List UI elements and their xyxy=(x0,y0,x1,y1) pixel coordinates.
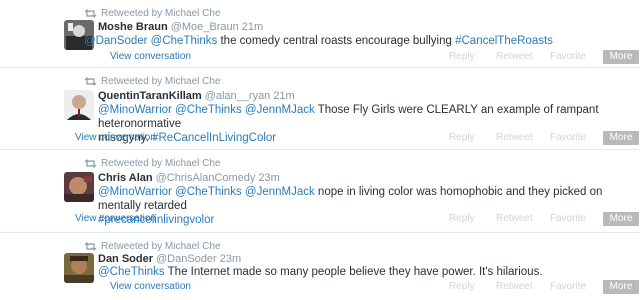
hashtag-link[interactable]: #CancelTheRoasts xyxy=(455,35,553,47)
user-handle[interactable]: @alan__ryan xyxy=(205,90,271,102)
view-conversation-link[interactable]: View conversation xyxy=(75,132,156,143)
tweet-card[interactable]: Retweeted by Michael Che QuentinTaranKil… xyxy=(0,68,640,150)
user-handle[interactable]: @DanSoder xyxy=(156,253,217,265)
retweet-context: Retweeted by Michael Che xyxy=(84,241,221,252)
retweet-icon xyxy=(84,159,97,168)
avatar[interactable] xyxy=(64,172,94,202)
tweet-header: Chris Alan @ChrisAlanComedy 23m xyxy=(98,172,280,184)
view-conversation-link[interactable]: View conversation xyxy=(75,213,156,224)
tweet-text-content: the comedy central roasts encourage bull… xyxy=(217,35,456,47)
retweet-action[interactable]: Retweet xyxy=(496,132,533,143)
user-name[interactable]: Dan Soder xyxy=(98,253,153,265)
tweet-card[interactable]: Retweeted by Michael Che Moshe Braun @Moe… xyxy=(0,0,640,68)
tweet-text: @MinoWarrior @CheThinks @JennMJack nope … xyxy=(98,185,628,227)
user-name[interactable]: Chris Alan xyxy=(98,172,153,184)
tweet-text: @MinoWarrior @CheThinks @JennMJack Those… xyxy=(98,103,618,145)
tweet-card[interactable]: Retweeted by Michael Che Dan Soder @DanSo… xyxy=(0,233,640,300)
retweet-context: Retweeted by Michael Che xyxy=(84,8,221,19)
tweet-card[interactable]: Retweeted by Michael Che Chris Alan @Chri… xyxy=(0,150,640,233)
user-handle[interactable]: @ChrisAlanComedy xyxy=(156,172,256,184)
reply-action[interactable]: Reply xyxy=(449,213,475,224)
more-button[interactable]: More xyxy=(603,50,639,64)
retweet-context: Retweeted by Michael Che xyxy=(84,158,221,169)
mention-links[interactable]: @MinoWarrior @CheThinks @JennMJack xyxy=(98,104,315,116)
user-name[interactable]: Moshe Braun xyxy=(98,21,168,33)
view-conversation-link[interactable]: View conversation xyxy=(110,281,191,292)
retweeted-by-text: Retweeted by Michael Che xyxy=(101,76,221,87)
retweet-action[interactable]: Retweet xyxy=(496,213,533,224)
retweeted-by-text: Retweeted by Michael Che xyxy=(101,8,221,19)
hashtag-link[interactable]: #ReCancelInLivingColor xyxy=(152,132,276,144)
mention-links[interactable]: @DanSoder @CheThinks xyxy=(84,35,217,47)
tweet-header: Moshe Braun @Moe_Braun 21m xyxy=(98,21,263,33)
tweet-text: @CheThinks The Internet made so many peo… xyxy=(98,265,628,279)
favorite-action[interactable]: Favorite xyxy=(550,281,586,292)
timestamp[interactable]: 23m xyxy=(258,172,279,184)
mention-links[interactable]: @MinoWarrior @CheThinks @JennMJack xyxy=(98,186,315,198)
more-button[interactable]: More xyxy=(603,280,639,294)
tweet-text-content: The Internet made so many people believe… xyxy=(164,266,543,278)
timestamp[interactable]: 23m xyxy=(220,253,241,265)
tweet-header: Dan Soder @DanSoder 23m xyxy=(98,253,241,265)
tweet-text: @DanSoder @CheThinks the comedy central … xyxy=(84,34,624,48)
retweet-icon xyxy=(84,9,97,18)
reply-action[interactable]: Reply xyxy=(449,51,475,62)
retweet-action[interactable]: Retweet xyxy=(496,281,533,292)
reply-action[interactable]: Reply xyxy=(449,132,475,143)
retweet-icon xyxy=(84,77,97,86)
avatar[interactable] xyxy=(64,90,94,120)
retweeted-by-text: Retweeted by Michael Che xyxy=(101,241,221,252)
timestamp[interactable]: 21m xyxy=(242,21,263,33)
mention-links[interactable]: @CheThinks xyxy=(98,266,165,278)
more-button[interactable]: More xyxy=(603,131,639,145)
retweeted-by-text: Retweeted by Michael Che xyxy=(101,158,221,169)
retweet-action[interactable]: Retweet xyxy=(496,51,533,62)
user-handle[interactable]: @Moe_Braun xyxy=(171,21,239,33)
view-conversation-link[interactable]: View conversation xyxy=(110,51,191,62)
favorite-action[interactable]: Favorite xyxy=(550,213,586,224)
retweet-context: Retweeted by Michael Che xyxy=(84,76,221,87)
user-name[interactable]: QuentinTaranKillam xyxy=(98,90,202,102)
retweet-icon xyxy=(84,242,97,251)
favorite-action[interactable]: Favorite xyxy=(550,51,586,62)
reply-action[interactable]: Reply xyxy=(449,281,475,292)
timestamp[interactable]: 21m xyxy=(273,90,294,102)
avatar[interactable] xyxy=(64,253,94,283)
more-button[interactable]: More xyxy=(603,212,639,226)
tweet-header: QuentinTaranKillam @alan__ryan 21m xyxy=(98,90,295,102)
favorite-action[interactable]: Favorite xyxy=(550,132,586,143)
